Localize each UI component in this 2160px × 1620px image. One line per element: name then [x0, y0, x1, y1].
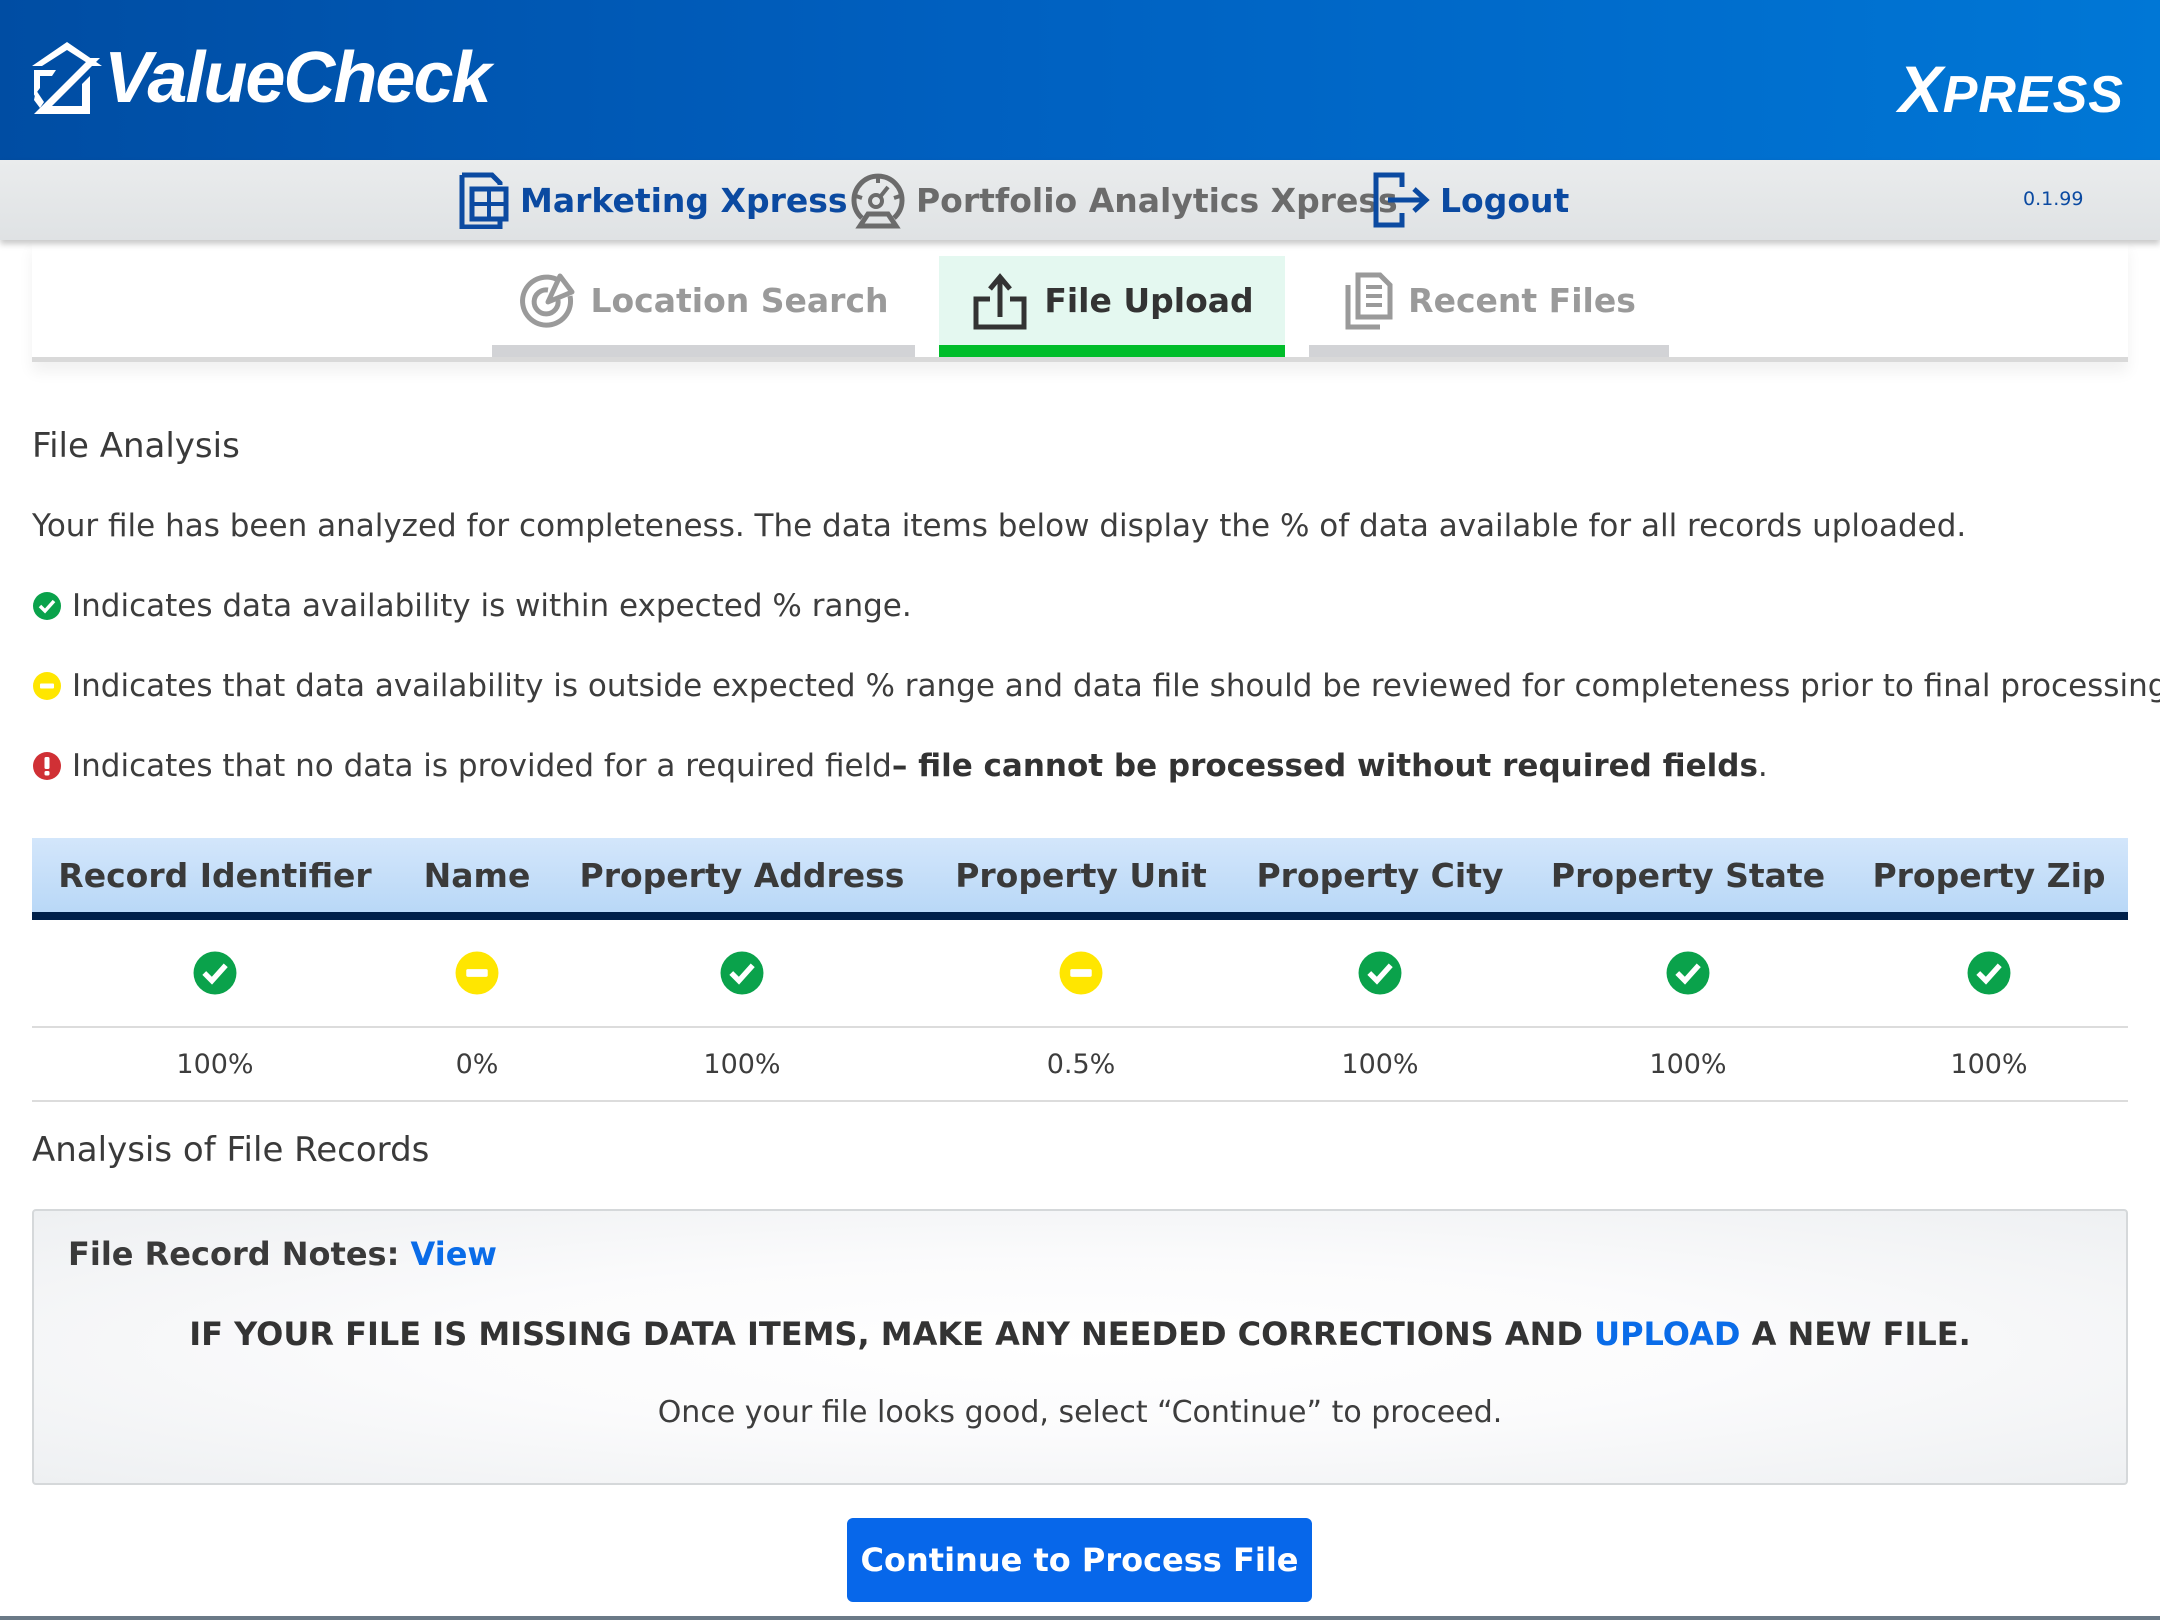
tab-location-search[interactable]: Location Search: [492, 256, 915, 357]
upload-icon: [973, 272, 1027, 329]
tab-bar: Location Search File Upload Recent Files: [32, 240, 2128, 362]
column-header: Property Zip: [1872, 855, 2106, 895]
documents-icon: [1345, 272, 1393, 329]
view-notes-link[interactable]: View: [411, 1235, 497, 1273]
notes-label: File Record Notes:: [68, 1235, 400, 1273]
status-cell: [398, 950, 556, 996]
continue-to-process-button[interactable]: Continue to Process File: [847, 1518, 1312, 1602]
column-header: Property Unit: [955, 855, 1207, 895]
exclamation-circle-icon: [33, 752, 61, 780]
nav-marketing-xpress[interactable]: Marketing Xpress: [458, 160, 848, 240]
percent-cell: 100%: [703, 1048, 781, 1080]
status-cell: [1850, 950, 2128, 996]
legend-ok-text: Indicates data availability is within ex…: [72, 588, 912, 624]
percent-cell: 0%: [455, 1048, 499, 1080]
app-header: ValueCheck XPRESS: [0, 0, 2160, 160]
logo-text: ValueCheck: [104, 38, 492, 118]
check-circle-icon: [1358, 951, 1402, 995]
legend-error-bold: – file cannot be processed without requi…: [891, 748, 1758, 784]
records-title: Analysis of File Records: [32, 1130, 430, 1170]
file-analysis-title: File Analysis: [32, 426, 240, 466]
legend-warn-text: Indicates that data availability is outs…: [72, 668, 2160, 704]
percent-cell: 100%: [1341, 1048, 1419, 1080]
xpress-rest: PRESS: [1942, 66, 2124, 124]
valuecheck-logo[interactable]: ValueCheck: [30, 36, 492, 120]
tab-location-search-label: Location Search: [590, 281, 889, 320]
tab-file-upload-label: File Upload: [1044, 281, 1254, 320]
minus-circle-icon: [455, 951, 499, 995]
check-circle-icon: [33, 592, 61, 620]
app-version: 0.1.99: [2023, 188, 2084, 210]
missing-prefix: IF YOUR FILE IS MISSING DATA ITEMS, MAKE…: [189, 1315, 1595, 1353]
table-header: Record Identifier Name Property Address …: [32, 838, 2128, 920]
nav-marketing-label: Marketing Xpress: [520, 180, 848, 220]
legend-warn: Indicates that data availability is outs…: [32, 668, 2160, 704]
tab-file-upload[interactable]: File Upload: [939, 256, 1285, 357]
status-cell: [928, 950, 1234, 996]
check-circle-icon: [193, 951, 237, 995]
table-row-percent: 100% 0% 100% 0.5% 100% 100% 100%: [32, 1028, 2128, 1102]
footer-divider: [0, 1616, 2160, 1620]
missing-items-message: IF YOUR FILE IS MISSING DATA ITEMS, MAKE…: [34, 1315, 2126, 1353]
nav-portfolio-label: Portfolio Analytics Xpress: [916, 180, 1398, 220]
logout-icon: [1373, 172, 1430, 228]
legend-error-text: Indicates that no data is provided for a…: [72, 748, 892, 784]
status-cell: [32, 950, 398, 996]
column-header: Property Address: [579, 855, 905, 895]
file-records-panel: File Record Notes: View IF YOUR FILE IS …: [32, 1209, 2128, 1485]
upload-link[interactable]: UPLOAD: [1594, 1315, 1740, 1353]
gauge-icon: [851, 173, 905, 229]
minus-circle-icon: [33, 672, 61, 700]
xpress-first-letter: X: [1898, 52, 1943, 126]
target-icon: [520, 273, 575, 328]
status-cell: [1234, 950, 1526, 996]
nav-portfolio-analytics[interactable]: Portfolio Analytics Xpress: [848, 160, 1398, 240]
percent-cell: 100%: [1950, 1048, 2028, 1080]
data-availability-table: Record Identifier Name Property Address …: [32, 838, 2128, 1102]
check-circle-icon: [1666, 951, 1710, 995]
percent-cell: 0.5%: [1046, 1048, 1116, 1080]
main-nav: Marketing Xpress Portfolio Analytics Xpr…: [0, 160, 2160, 240]
legend-error: Indicates that no data is provided for a…: [32, 748, 1768, 784]
column-header: Property State: [1550, 855, 1826, 895]
house-check-logo-icon: [32, 42, 102, 114]
column-header: Property City: [1256, 855, 1504, 895]
check-circle-icon: [720, 951, 764, 995]
check-circle-icon: [1967, 951, 2011, 995]
table-row-status: [32, 920, 2128, 1028]
percent-cell: 100%: [176, 1048, 254, 1080]
spreadsheet-icon: [459, 172, 509, 229]
legend-ok: Indicates data availability is within ex…: [32, 588, 912, 624]
column-header: Record Identifier: [58, 855, 372, 895]
continue-instructions: Once your file looks good, select “Conti…: [657, 1395, 1503, 1430]
status-cell: [1526, 950, 1850, 996]
nav-logout[interactable]: Logout: [1372, 160, 1569, 240]
legend-error-suffix: .: [1757, 748, 1768, 784]
tab-recent-files-label: Recent Files: [1408, 281, 1636, 320]
minus-circle-icon: [1059, 951, 1103, 995]
column-header: Name: [423, 855, 531, 895]
percent-cell: 100%: [1649, 1048, 1727, 1080]
nav-logout-label: Logout: [1440, 180, 1570, 220]
tab-recent-files[interactable]: Recent Files: [1309, 256, 1669, 357]
file-record-notes: File Record Notes: View: [68, 1235, 497, 1273]
file-analysis-intro: Your file has been analyzed for complete…: [32, 508, 1967, 544]
missing-suffix: A NEW FILE.: [1740, 1315, 1971, 1353]
xpress-brand: XPRESS: [1899, 56, 2124, 122]
status-cell: [556, 950, 928, 996]
